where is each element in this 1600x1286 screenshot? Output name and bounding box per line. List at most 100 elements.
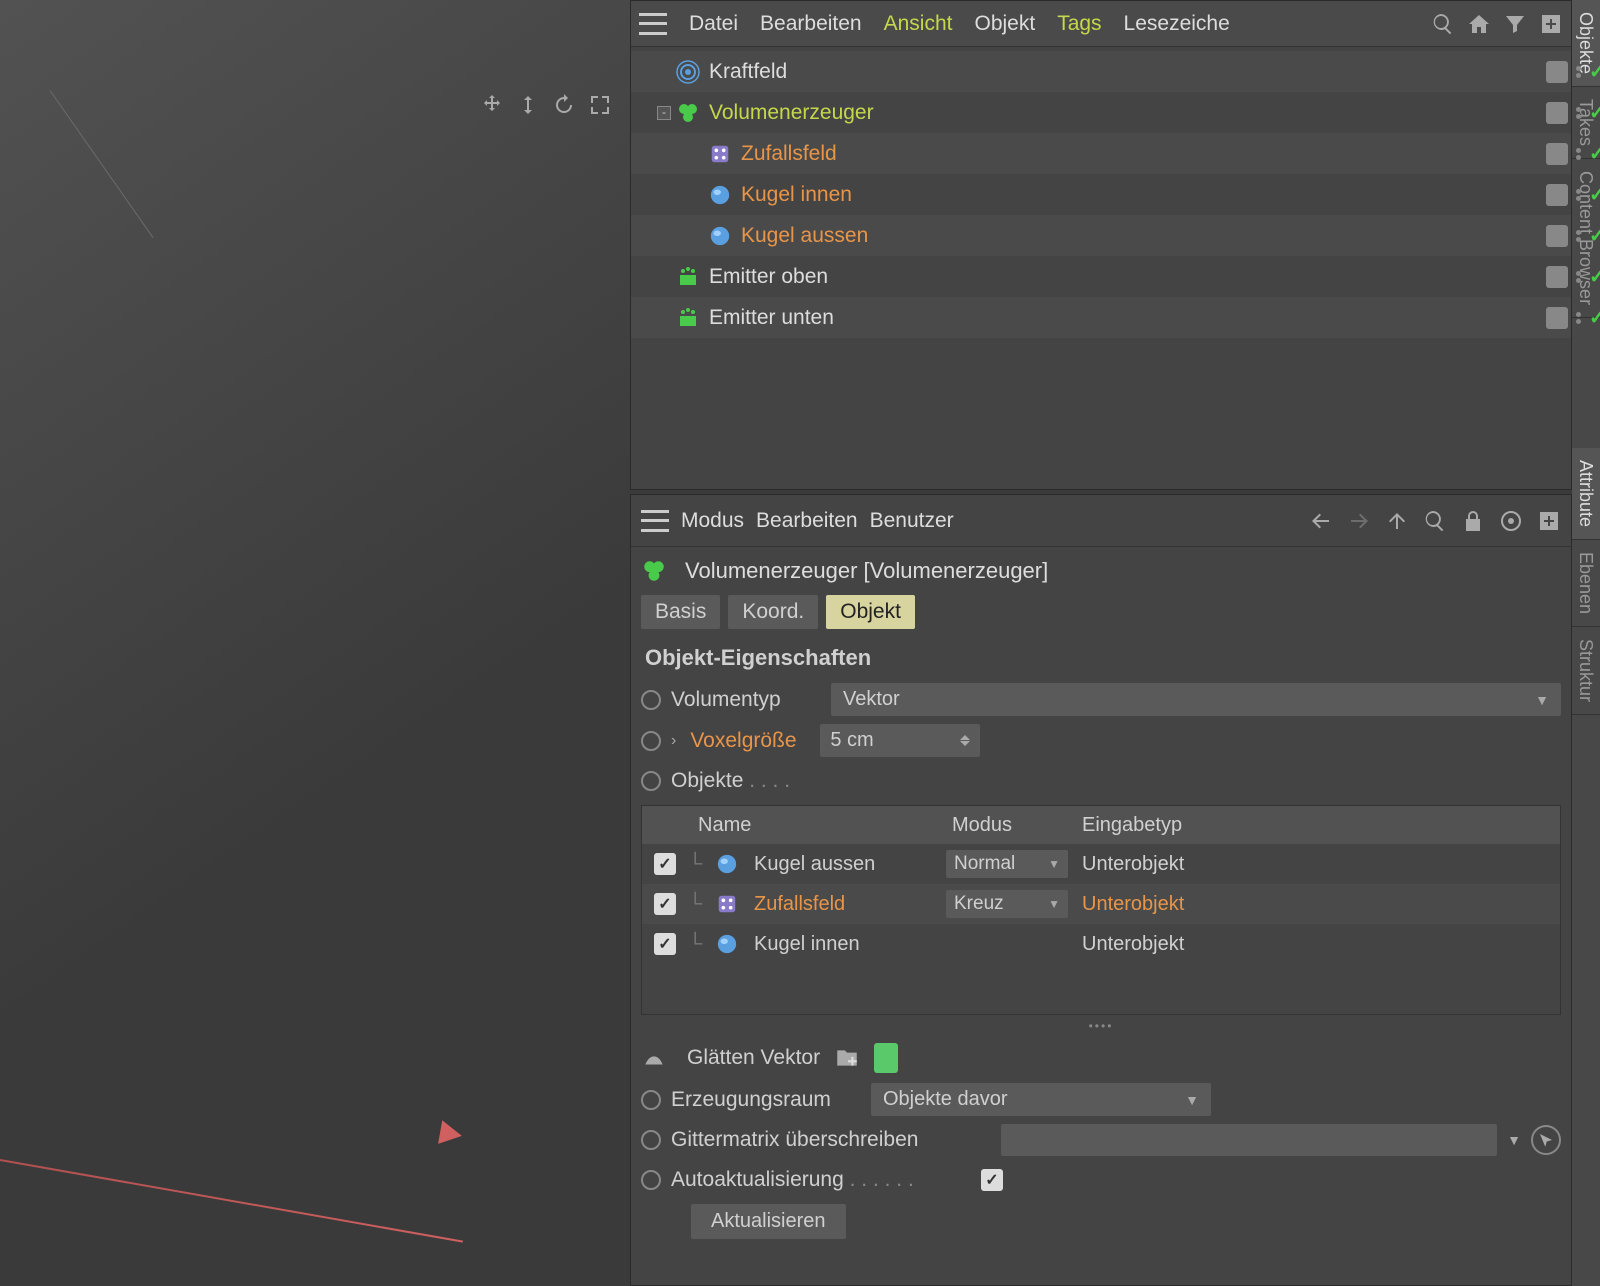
back-icon[interactable]	[1309, 509, 1333, 533]
filter-icon[interactable]	[1503, 12, 1527, 36]
menu-lesezeiche[interactable]: Lesezeiche	[1124, 12, 1230, 36]
hamburger-icon[interactable]	[639, 13, 667, 35]
menu-objekt[interactable]: Objekt	[974, 12, 1035, 36]
visibility-dots[interactable]	[1576, 271, 1581, 283]
check-icon[interactable]: ✓	[1589, 264, 1600, 289]
updown-icon[interactable]	[513, 90, 543, 120]
add-icon[interactable]	[1537, 509, 1561, 533]
tree-label[interactable]: Kugel aussen	[741, 224, 868, 248]
picker-icon[interactable]	[1531, 1125, 1561, 1155]
tab-basis[interactable]: Basis	[641, 595, 720, 629]
tree-row[interactable]: Emitter unten✓	[631, 297, 1571, 338]
viewport[interactable]	[0, 0, 630, 1286]
check-icon[interactable]: ✓	[1589, 59, 1600, 84]
layer-toggle[interactable]	[1546, 266, 1568, 288]
layer-toggle[interactable]	[1546, 61, 1568, 83]
check-icon[interactable]: ✓	[1589, 305, 1600, 330]
visibility-dots[interactable]	[1576, 66, 1581, 78]
tree-toggle-icon[interactable]: -	[657, 106, 671, 120]
aktualisieren-button[interactable]: Aktualisieren	[691, 1204, 846, 1239]
expand-arrow-icon[interactable]: ›	[671, 732, 676, 750]
layer-toggle[interactable]	[1546, 143, 1568, 165]
add-icon[interactable]	[1539, 12, 1563, 36]
row-checkbox[interactable]: ✓	[654, 893, 676, 915]
tree-label[interactable]: Kraftfeld	[709, 60, 787, 84]
move-icon[interactable]	[477, 90, 507, 120]
menu-tags[interactable]: Tags	[1057, 12, 1101, 36]
radio-icon[interactable]	[641, 690, 661, 710]
mode-dropdown[interactable]: Kreuz▼	[946, 890, 1068, 918]
erzeugungsraum-dropdown[interactable]: Objekte davor ▼	[871, 1083, 1211, 1116]
lock-icon[interactable]	[1461, 509, 1485, 533]
tab-struktur[interactable]: Struktur	[1572, 627, 1600, 715]
volumentyp-dropdown[interactable]: Vektor ▼	[831, 683, 1561, 716]
check-icon[interactable]: ✓	[1589, 182, 1600, 207]
menu-benutzer[interactable]: Benutzer	[870, 509, 954, 533]
radio-icon[interactable]	[641, 771, 661, 791]
tree-label[interactable]: Emitter unten	[709, 306, 834, 330]
voxel-spinner[interactable]: 5 cm	[820, 724, 980, 757]
table-row[interactable]: ✓└Kugel innenUnterobjekt	[642, 924, 1560, 964]
check-icon[interactable]: ✓	[1589, 223, 1600, 248]
chevron-down-icon[interactable]: ▼	[1507, 1132, 1521, 1148]
visibility-dots[interactable]	[1576, 230, 1581, 242]
row-checkbox[interactable]: ✓	[654, 853, 676, 875]
radio-icon[interactable]	[641, 1170, 661, 1190]
up-icon[interactable]	[1385, 509, 1409, 533]
search-icon[interactable]	[1423, 509, 1447, 533]
hamburger-icon[interactable]	[641, 510, 669, 532]
tab-koord[interactable]: Koord.	[728, 595, 818, 629]
tab-objekt[interactable]: Objekt	[826, 595, 915, 629]
spinner-up-icon[interactable]	[960, 735, 970, 740]
row-checkbox[interactable]: ✓	[654, 933, 676, 955]
visibility-dots[interactable]	[1576, 312, 1581, 324]
smooth-icon[interactable]	[641, 1045, 667, 1071]
visibility-dots[interactable]	[1576, 107, 1581, 119]
check-icon[interactable]: ✓	[1589, 100, 1600, 125]
rotate-icon[interactable]	[549, 90, 579, 120]
visibility-dots[interactable]	[1576, 148, 1581, 160]
spinner-down-icon[interactable]	[960, 741, 970, 746]
tab-attribute[interactable]: Attribute	[1572, 448, 1600, 540]
layer-toggle[interactable]	[1546, 184, 1568, 206]
tree-row[interactable]: -Volumenerzeuger✓	[631, 92, 1571, 133]
attribute-title-row: Volumenerzeuger [Volumenerzeuger]	[631, 547, 1571, 595]
target-icon[interactable]	[1499, 509, 1523, 533]
chevron-down-icon: ▼	[1535, 692, 1549, 708]
table-row[interactable]: ✓└Kugel aussenNormal▼Unterobjekt	[642, 844, 1560, 884]
table-row[interactable]: ✓└ZufallsfeldKreuz▼Unterobjekt	[642, 884, 1560, 924]
layer-toggle[interactable]	[1546, 102, 1568, 124]
menu-modus[interactable]: Modus	[681, 509, 744, 533]
auto-checkbox[interactable]: ✓	[981, 1169, 1003, 1191]
radio-icon[interactable]	[641, 1130, 661, 1150]
menu-datei[interactable]: Datei	[689, 12, 738, 36]
forward-icon[interactable]	[1347, 509, 1371, 533]
radio-icon[interactable]	[641, 1090, 661, 1110]
resize-handle[interactable]: ••••	[631, 1015, 1571, 1037]
layer-toggle[interactable]	[1546, 225, 1568, 247]
check-icon[interactable]: ✓	[1589, 141, 1600, 166]
tab-ebenen[interactable]: Ebenen	[1572, 540, 1600, 627]
tree-row[interactable]: Kraftfeld✓	[631, 51, 1571, 92]
tree-label[interactable]: Emitter oben	[709, 265, 828, 289]
tree-label[interactable]: Kugel innen	[741, 183, 852, 207]
tree-row[interactable]: Zufallsfeld✓	[631, 133, 1571, 174]
home-icon[interactable]	[1467, 12, 1491, 36]
radio-icon[interactable]	[641, 731, 661, 751]
visibility-dots[interactable]	[1576, 189, 1581, 201]
frame-icon[interactable]	[585, 90, 615, 120]
gittermatrix-input[interactable]	[1001, 1124, 1497, 1156]
tree-label[interactable]: Zufallsfeld	[741, 142, 837, 166]
folder-add-icon[interactable]	[832, 1043, 862, 1073]
tree-row[interactable]: Kugel innen✓	[631, 174, 1571, 215]
tree-label[interactable]: Volumenerzeuger	[709, 101, 874, 125]
tree-row[interactable]: Kugel aussen✓	[631, 215, 1571, 256]
menu-bearbeiten[interactable]: Bearbeiten	[760, 12, 862, 36]
preset-chip[interactable]	[874, 1043, 898, 1073]
menu-ansicht[interactable]: Ansicht	[884, 12, 953, 36]
search-icon[interactable]	[1431, 12, 1455, 36]
tree-row[interactable]: Emitter oben✓	[631, 256, 1571, 297]
menu-bearbeiten[interactable]: Bearbeiten	[756, 509, 858, 533]
layer-toggle[interactable]	[1546, 307, 1568, 329]
mode-dropdown[interactable]: Normal▼	[946, 850, 1068, 878]
